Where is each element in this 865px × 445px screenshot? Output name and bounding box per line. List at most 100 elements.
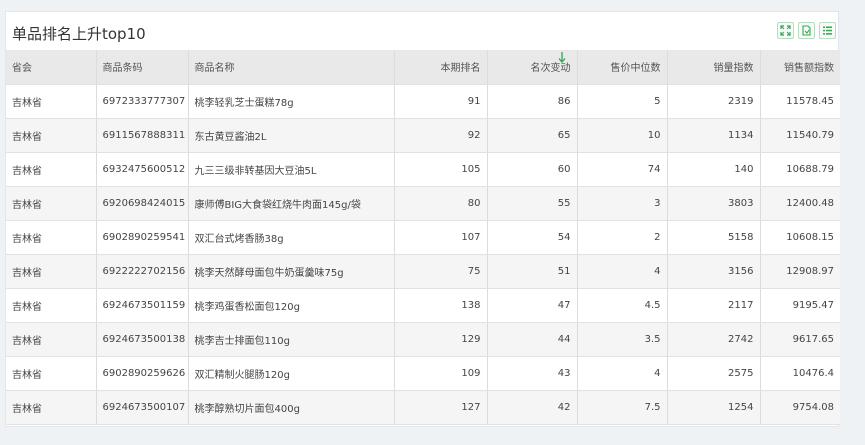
sales-volume-index-cell: 3803 — [667, 186, 761, 221]
sales-volume-index-cell: 2319 — [667, 84, 761, 119]
rank-change-cell: 86 — [487, 84, 578, 119]
barcode-cell: 6972333777307 — [96, 84, 189, 119]
table-row[interactable]: 吉林省 6922222702156 桃李天然酵母面包牛奶蛋羹味75g 75 51 4 315… — [6, 254, 840, 289]
province-cell: 吉林省 — [6, 152, 97, 187]
current-rank-cell: 107 — [394, 220, 488, 255]
rank-change-cell: 47 — [487, 288, 578, 323]
product-name-cell: 双汇精制火腿肠120g — [188, 356, 395, 391]
barcode-cell: 6922222702156 — [96, 254, 189, 289]
column-header-barcode[interactable]: 商品条码 — [96, 50, 189, 85]
panel-toolbar — [777, 22, 836, 39]
product-name-cell: 桃李鸡蛋香松面包120g — [188, 288, 395, 323]
export-button[interactable] — [798, 22, 815, 39]
rank-change-cell: 43 — [487, 356, 578, 391]
panel-header: 单品排名上升top10 — [6, 12, 838, 50]
province-cell: 吉林省 — [6, 288, 97, 323]
median-price-cell: 5 — [577, 84, 668, 119]
barcode-cell: 6902890259541 — [96, 220, 189, 255]
table-row[interactable]: 吉林省 6924673500138 桃李吉士排面包110g 129 44 3.5 2742 9… — [6, 322, 840, 357]
table-row[interactable]: 吉林省 6902890259626 双汇精制火腿肠120g 109 43 4 2575 104… — [6, 356, 840, 391]
product-name-cell: 桃李轻乳芝士蛋糕78g — [188, 84, 395, 119]
panel-title: 单品排名上升top10 — [12, 25, 146, 43]
sales-amount-index-cell: 12400.48 — [760, 186, 840, 221]
product-name-cell: 康师傅BIG大食袋红烧牛肉面145g/袋 — [188, 186, 395, 221]
current-rank-cell: 80 — [394, 186, 488, 221]
current-rank-cell: 138 — [394, 288, 488, 323]
sales-amount-index-cell: 9195.47 — [760, 288, 840, 323]
current-rank-cell: 127 — [394, 390, 488, 425]
table-row[interactable]: 吉林省 6920698424015 康师傅BIG大食袋红烧牛肉面145g/袋 80 55… — [6, 186, 840, 221]
sales-volume-index-cell: 2742 — [667, 322, 761, 357]
table-row[interactable]: 吉林省 6932475600512 九三三级非转基因大豆油5L 105 60 74 140 1… — [6, 152, 840, 187]
current-rank-cell: 75 — [394, 254, 488, 289]
province-cell: 吉林省 — [6, 356, 97, 391]
barcode-cell: 6924673501159 — [96, 288, 189, 323]
barcode-cell: 6924673500107 — [96, 390, 189, 425]
province-cell: 吉林省 — [6, 84, 97, 119]
sales-amount-index-cell: 11578.45 — [760, 84, 840, 119]
table-row[interactable]: 吉林省 6924673500107 桃李醇熟切片面包400g 127 42 7.5 1254… — [6, 390, 840, 425]
rank-change-cell: 60 — [487, 152, 578, 187]
median-price-cell: 4 — [577, 356, 668, 391]
barcode-cell: 6924673500138 — [96, 322, 189, 357]
province-cell: 吉林省 — [6, 186, 97, 221]
current-rank-cell: 129 — [394, 322, 488, 357]
sales-volume-index-cell: 2575 — [667, 356, 761, 391]
barcode-cell: 6932475600512 — [96, 152, 189, 187]
median-price-cell: 3 — [577, 186, 668, 221]
product-name-cell: 九三三级非转基因大豆油5L — [188, 152, 395, 187]
sales-amount-index-cell: 9754.08 — [760, 390, 840, 425]
sales-volume-index-cell: 1254 — [667, 390, 761, 425]
ranking-panel: 单品排名上升top10 省会 商品条码 商品名称 本期排名 名次变动 售价中位数… — [5, 11, 840, 427]
export-icon — [802, 25, 811, 36]
province-cell: 吉林省 — [6, 254, 97, 289]
column-header-sales-amount-index[interactable]: 销售额指数 — [760, 50, 840, 85]
sales-amount-index-cell: 10476.4 — [760, 356, 840, 391]
fullscreen-button[interactable] — [777, 22, 794, 39]
median-price-cell: 4.5 — [577, 288, 668, 323]
list-button[interactable] — [819, 22, 836, 39]
column-header-median-price[interactable]: 售价中位数 — [577, 50, 668, 85]
rank-change-cell: 44 — [487, 322, 578, 357]
sales-volume-index-cell: 3156 — [667, 254, 761, 289]
barcode-cell: 6911567888311 — [96, 118, 189, 153]
list-icon — [823, 26, 832, 35]
rank-change-cell: 55 — [487, 186, 578, 221]
sales-amount-index-cell: 9617.65 — [760, 322, 840, 357]
barcode-cell: 6920698424015 — [96, 186, 189, 221]
median-price-cell: 10 — [577, 118, 668, 153]
sales-volume-index-cell: 140 — [667, 152, 761, 187]
current-rank-cell: 92 — [394, 118, 488, 153]
column-header-rank-change[interactable]: 名次变动 — [487, 50, 578, 85]
sort-descending-icon[interactable] — [558, 52, 566, 64]
sales-amount-index-cell: 12908.97 — [760, 254, 840, 289]
median-price-cell: 4 — [577, 254, 668, 289]
province-cell: 吉林省 — [6, 390, 97, 425]
table-row[interactable]: 吉林省 6972333777307 桃李轻乳芝士蛋糕78g 91 86 5 2319 1157… — [6, 84, 840, 119]
sales-amount-index-cell: 10688.79 — [760, 152, 840, 187]
column-header-product-name[interactable]: 商品名称 — [188, 50, 395, 85]
sales-volume-index-cell: 2117 — [667, 288, 761, 323]
table-row[interactable]: 吉林省 6924673501159 桃李鸡蛋香松面包120g 138 47 4.5 2117… — [6, 288, 840, 323]
product-name-cell: 桃李天然酵母面包牛奶蛋羹味75g — [188, 254, 395, 289]
province-cell: 吉林省 — [6, 322, 97, 357]
median-price-cell: 7.5 — [577, 390, 668, 425]
current-rank-cell: 109 — [394, 356, 488, 391]
median-price-cell: 74 — [577, 152, 668, 187]
sales-volume-index-cell: 1134 — [667, 118, 761, 153]
sales-volume-index-cell: 5158 — [667, 220, 761, 255]
column-header-current-rank[interactable]: 本期排名 — [394, 50, 488, 85]
column-header-sales-volume-index[interactable]: 销量指数 — [667, 50, 761, 85]
rank-change-cell: 65 — [487, 118, 578, 153]
column-header-province[interactable]: 省会 — [6, 50, 97, 85]
barcode-cell: 6902890259626 — [96, 356, 189, 391]
product-name-cell: 双汇台式烤香肠38g — [188, 220, 395, 255]
sales-amount-index-cell: 10608.15 — [760, 220, 840, 255]
sales-amount-index-cell: 11540.79 — [760, 118, 840, 153]
table-row[interactable]: 吉林省 6902890259541 双汇台式烤香肠38g 107 54 2 5158 1060… — [6, 220, 840, 255]
median-price-cell: 3.5 — [577, 322, 668, 357]
table-body: 吉林省 6972333777307 桃李轻乳芝士蛋糕78g 91 86 5 2319 1157… — [6, 84, 840, 425]
current-rank-cell: 105 — [394, 152, 488, 187]
column-header-rank-change-label: 名次变动 — [530, 63, 571, 75]
table-row[interactable]: 吉林省 6911567888311 东古黄豆酱油2L 92 65 10 1134 11540.… — [6, 118, 840, 153]
